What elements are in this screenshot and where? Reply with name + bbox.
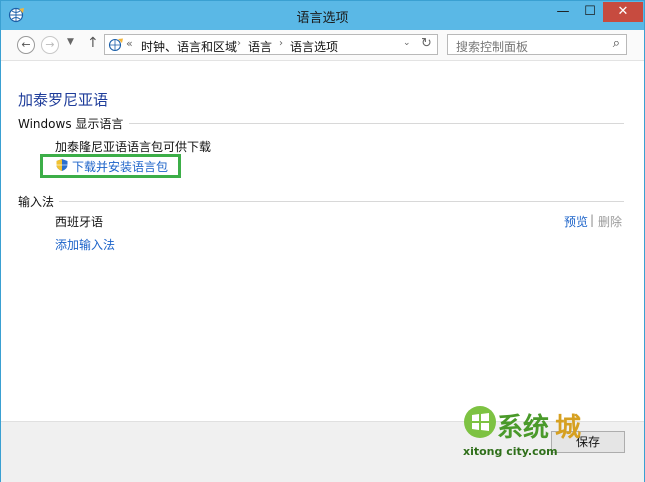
watermark-url: xitong city.com	[463, 445, 558, 458]
watermark-brand-suffix: 城	[555, 413, 582, 443]
main-content: 加泰罗尼亚语 Windows 显示语言 加泰隆尼亚语语言包可供下载 下载并安装语…	[1, 61, 644, 421]
language-pack-status: 加泰隆尼亚语语言包可供下载	[55, 140, 212, 154]
download-language-pack-link[interactable]: 下载并安装语言包	[72, 158, 168, 175]
windows-logo-icon	[464, 406, 496, 438]
window-title: 语言选项	[296, 11, 349, 26]
breadcrumb-language-options[interactable]: 语言选项	[290, 38, 338, 55]
maximize-button[interactable]: ☐	[577, 2, 603, 22]
section-divider	[129, 123, 624, 124]
up-button[interactable]: ↑	[87, 35, 99, 51]
language-options-window: 语言选项 — ☐ ✕ ← → ▼ ↑ « 时钟、语言和区域 › 语言 › 语言选…	[0, 0, 645, 482]
search-placeholder[interactable]: 搜索控制面板	[456, 38, 528, 55]
control-panel-icon	[108, 38, 123, 52]
link-separator: |	[590, 213, 595, 227]
title-bar: 语言选项 — ☐ ✕	[1, 1, 644, 30]
uac-shield-icon	[56, 159, 68, 171]
minimize-button[interactable]: —	[549, 2, 577, 22]
navigation-bar: ← → ▼ ↑ « 时钟、语言和区域 › 语言 › 语言选项 ⌄ ↻ 搜索控制面…	[1, 30, 644, 61]
preview-link[interactable]: 预览	[564, 213, 588, 230]
close-button[interactable]: ✕	[603, 2, 643, 22]
breadcrumb-separator[interactable]: ›	[279, 38, 283, 49]
watermark-brand: 系统	[497, 413, 550, 443]
remove-link[interactable]: 删除	[598, 213, 622, 230]
address-dropdown-icon[interactable]: ⌄	[403, 38, 411, 48]
search-icon[interactable]: ⌕	[613, 36, 620, 51]
recent-locations-button[interactable]: ▼	[67, 37, 74, 47]
site-watermark: 系统 城 xitong city.com	[457, 387, 627, 467]
forward-button[interactable]: →	[41, 36, 59, 54]
breadcrumb-separator[interactable]: ›	[237, 38, 241, 49]
refresh-icon[interactable]: ↻	[421, 36, 432, 51]
address-bar[interactable]: « 时钟、语言和区域 › 语言 › 语言选项 ⌄ ↻	[104, 34, 438, 55]
back-button[interactable]: ←	[17, 36, 35, 54]
input-method-heading: 输入法	[18, 195, 55, 209]
address-overflow-chevron[interactable]: «	[126, 37, 133, 50]
display-language-heading: Windows 显示语言	[18, 117, 124, 131]
add-input-method-link[interactable]: 添加输入法	[55, 236, 115, 253]
input-method-name: 西班牙语	[55, 215, 104, 229]
breadcrumb-language[interactable]: 语言	[248, 38, 272, 55]
breadcrumb-clock-language-region[interactable]: 时钟、语言和区域	[141, 38, 237, 55]
search-input[interactable]: 搜索控制面板 ⌕	[447, 34, 627, 55]
page-title: 加泰罗尼亚语	[18, 91, 109, 109]
section-divider	[59, 201, 624, 202]
